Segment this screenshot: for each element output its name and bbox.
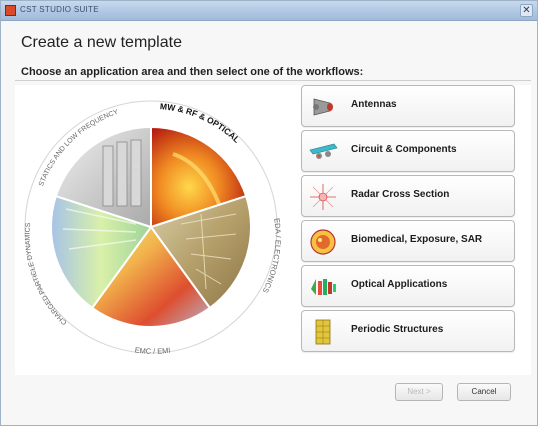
workflow-button-optical-applications[interactable]: Optical Applications <box>301 265 515 307</box>
segment-label-emc-emi[interactable]: EMC / EMI <box>134 345 171 355</box>
statics-device-pattern <box>102 139 142 207</box>
application-area-wheel: MW & RF & OPTICAL EDA / ELECTRONICS EMC … <box>24 100 283 356</box>
dialog-instructions: Choose an application area and then sele… <box>21 66 364 78</box>
cancel-button[interactable]: Cancel <box>457 383 511 401</box>
optical-applications-icon <box>311 279 336 295</box>
workflow-label: Antennas <box>351 99 397 110</box>
antenna-icon <box>313 98 333 116</box>
radar-cross-section-icon <box>310 184 336 210</box>
dialog-window: CST STUDIO SUITE ✕ Create a new template… <box>0 0 538 426</box>
workflow-button-antennas[interactable]: Antennas <box>301 85 515 127</box>
circuit-components-icon <box>309 143 338 159</box>
workflow-label: Periodic Structures <box>351 324 444 335</box>
dialog-heading: Create a new template <box>21 34 182 51</box>
workflow-button-periodic-structures[interactable]: Periodic Structures <box>301 310 515 352</box>
separator <box>15 80 531 81</box>
close-button[interactable]: ✕ <box>520 4 533 17</box>
workflow-button-radar-cross-section[interactable]: Radar Cross Section <box>301 175 515 217</box>
workflow-button-circuit-components[interactable]: Circuit & Components <box>301 130 515 172</box>
workflow-label: Radar Cross Section <box>351 189 450 200</box>
workflow-button-biomedical-exposure-sar[interactable]: Biomedical, Exposure, SAR <box>301 220 515 262</box>
title-bar[interactable]: CST STUDIO SUITE ✕ <box>1 1 537 21</box>
workflow-label: Circuit & Components <box>351 144 457 155</box>
app-logo-icon <box>5 5 16 16</box>
workflow-label: Optical Applications <box>351 279 448 290</box>
workflow-label: Biomedical, Exposure, SAR <box>351 234 483 245</box>
window-title: CST STUDIO SUITE <box>20 5 99 14</box>
biomedical-sar-icon <box>310 229 336 255</box>
next-button[interactable]: Next > <box>395 383 443 401</box>
periodic-structures-icon <box>315 319 331 345</box>
